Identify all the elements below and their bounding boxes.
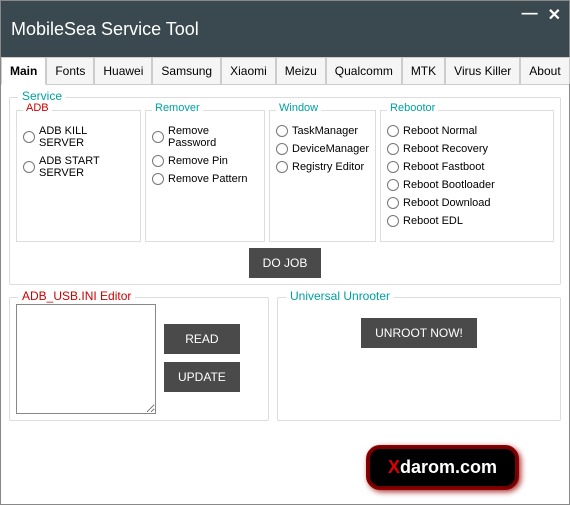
tab-samsung[interactable]: Samsung bbox=[152, 57, 221, 84]
reboot-bootloader-radio[interactable]: Reboot Bootloader bbox=[387, 179, 547, 191]
main-content: Service ADB ADB KILL SERVER ADB START SE… bbox=[1, 85, 569, 504]
window-group: Window TaskManager DeviceManager Registr… bbox=[269, 110, 376, 242]
unroot-now-button[interactable]: UNROOT NOW! bbox=[361, 318, 477, 348]
radio-input[interactable] bbox=[387, 161, 399, 173]
reboot-normal-radio[interactable]: Reboot Normal bbox=[387, 125, 547, 137]
registry-editor-radio[interactable]: Registry Editor bbox=[276, 161, 369, 173]
radio-label: Remove Password bbox=[168, 125, 258, 149]
radio-input[interactable] bbox=[276, 143, 288, 155]
watermark-badge: Xdarom.com bbox=[366, 445, 519, 490]
remover-title: Remover bbox=[152, 102, 203, 114]
read-button[interactable]: READ bbox=[164, 324, 240, 354]
radio-label: Reboot Bootloader bbox=[403, 179, 495, 191]
universal-unrooter-group: Universal Unrooter UNROOT NOW! bbox=[277, 297, 561, 421]
adb-group: ADB ADB KILL SERVER ADB START SERVER bbox=[16, 110, 141, 242]
tab-bar: Main Fonts Huawei Samsung Xiaomi Meizu Q… bbox=[1, 57, 569, 85]
do-job-row: DO JOB bbox=[16, 248, 554, 278]
remove-pattern-radio[interactable]: Remove Pattern bbox=[152, 173, 258, 185]
tab-mtk[interactable]: MTK bbox=[402, 57, 445, 84]
remove-pin-radio[interactable]: Remove Pin bbox=[152, 155, 258, 167]
radio-input[interactable] bbox=[276, 125, 288, 137]
radio-input[interactable] bbox=[23, 161, 35, 173]
radio-label: Reboot Download bbox=[403, 197, 490, 209]
reboot-recovery-radio[interactable]: Reboot Recovery bbox=[387, 143, 547, 155]
bottom-row: ADB_USB.INI Editor READ UPDATE Universal… bbox=[9, 289, 561, 421]
tab-about[interactable]: About bbox=[520, 57, 569, 84]
radio-label: ADB KILL SERVER bbox=[39, 125, 134, 149]
tab-huawei[interactable]: Huawei bbox=[94, 57, 152, 84]
watermark-x: X bbox=[388, 457, 400, 477]
service-group: Service ADB ADB KILL SERVER ADB START SE… bbox=[9, 97, 561, 285]
radio-input[interactable] bbox=[387, 179, 399, 191]
do-job-button[interactable]: DO JOB bbox=[249, 248, 322, 278]
title-bar: MobileSea Service Tool — ✕ bbox=[1, 1, 569, 57]
radio-input[interactable] bbox=[387, 197, 399, 209]
rebootor-group: Rebootor Reboot Normal Reboot Recovery R… bbox=[380, 110, 554, 242]
radio-label: Remove Pattern bbox=[168, 173, 247, 185]
radio-input[interactable] bbox=[387, 215, 399, 227]
radio-label: Reboot Normal bbox=[403, 125, 477, 137]
radio-input[interactable] bbox=[387, 143, 399, 155]
radio-input[interactable] bbox=[387, 125, 399, 137]
close-icon[interactable]: ✕ bbox=[548, 5, 561, 25]
task-manager-radio[interactable]: TaskManager bbox=[276, 125, 369, 137]
tab-fonts[interactable]: Fonts bbox=[46, 57, 94, 84]
service-title: Service bbox=[18, 89, 66, 103]
radio-label: Reboot Recovery bbox=[403, 143, 488, 155]
radio-label: Remove Pin bbox=[168, 155, 228, 167]
reboot-download-radio[interactable]: Reboot Download bbox=[387, 197, 547, 209]
radio-input[interactable] bbox=[276, 161, 288, 173]
radio-label: TaskManager bbox=[292, 125, 358, 137]
remover-group: Remover Remove Password Remove Pin Remov… bbox=[145, 110, 265, 242]
editor-layout: READ UPDATE bbox=[16, 304, 262, 414]
unrooter-title: Universal Unrooter bbox=[286, 289, 394, 303]
tab-qualcomm[interactable]: Qualcomm bbox=[326, 57, 402, 84]
ini-editor-textarea[interactable] bbox=[16, 304, 156, 414]
tab-main[interactable]: Main bbox=[1, 57, 46, 85]
window-title: Window bbox=[276, 102, 321, 114]
adb-title: ADB bbox=[23, 102, 52, 114]
adb-usb-ini-editor-group: ADB_USB.INI Editor READ UPDATE bbox=[9, 297, 269, 421]
editor-buttons: READ UPDATE bbox=[164, 324, 240, 392]
rebootor-title: Rebootor bbox=[387, 102, 438, 114]
radio-label: ADB START SERVER bbox=[39, 155, 134, 179]
adb-kill-server-radio[interactable]: ADB KILL SERVER bbox=[23, 125, 134, 149]
app-window: MobileSea Service Tool — ✕ Main Fonts Hu… bbox=[0, 0, 570, 505]
reboot-edl-radio[interactable]: Reboot EDL bbox=[387, 215, 547, 227]
app-title: MobileSea Service Tool bbox=[11, 19, 199, 40]
radio-label: Registry Editor bbox=[292, 161, 364, 173]
window-controls: — ✕ bbox=[522, 5, 561, 25]
watermark-text: darom.com bbox=[400, 457, 497, 477]
tab-meizu[interactable]: Meizu bbox=[276, 57, 326, 84]
minimize-icon[interactable]: — bbox=[522, 5, 538, 25]
radio-input[interactable] bbox=[152, 173, 164, 185]
radio-input[interactable] bbox=[152, 131, 164, 143]
radio-input[interactable] bbox=[23, 131, 35, 143]
radio-label: DeviceManager bbox=[292, 143, 369, 155]
update-button[interactable]: UPDATE bbox=[164, 362, 240, 392]
unroot-wrap: UNROOT NOW! bbox=[284, 304, 554, 362]
service-row: ADB ADB KILL SERVER ADB START SERVER Rem… bbox=[16, 110, 554, 242]
adb-start-server-radio[interactable]: ADB START SERVER bbox=[23, 155, 134, 179]
editor-title: ADB_USB.INI Editor bbox=[18, 289, 135, 303]
tab-virus-killer[interactable]: Virus Killer bbox=[445, 57, 520, 84]
remove-password-radio[interactable]: Remove Password bbox=[152, 125, 258, 149]
radio-label: Reboot EDL bbox=[403, 215, 463, 227]
radio-input[interactable] bbox=[152, 155, 164, 167]
device-manager-radio[interactable]: DeviceManager bbox=[276, 143, 369, 155]
reboot-fastboot-radio[interactable]: Reboot Fastboot bbox=[387, 161, 547, 173]
radio-label: Reboot Fastboot bbox=[403, 161, 484, 173]
tab-xiaomi[interactable]: Xiaomi bbox=[221, 57, 276, 84]
